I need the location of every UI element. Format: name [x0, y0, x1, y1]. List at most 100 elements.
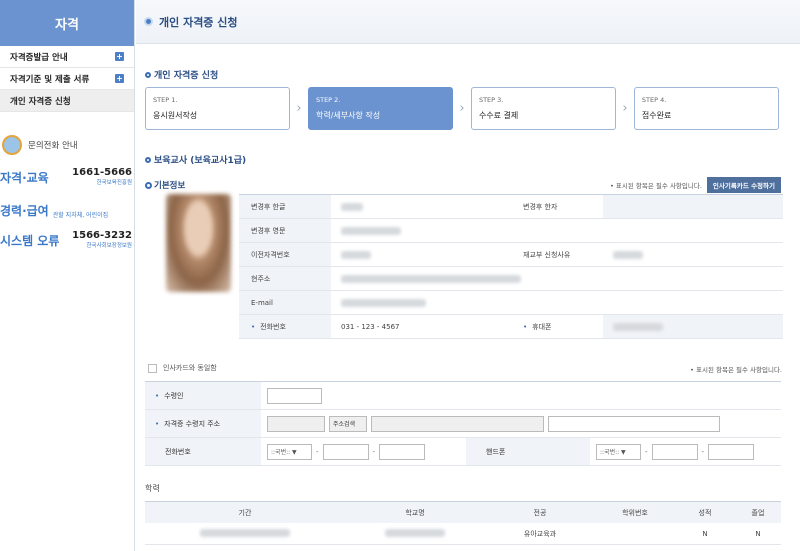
- required-note: • 표시된 항목은 필수 사항입니다.: [690, 366, 782, 374]
- form-mobile-field: ::국번:: ▼ - -: [590, 438, 755, 465]
- qualification-title-text: 보육교사 (보육교사1급): [154, 156, 247, 166]
- table-row[interactable]: 유아교육과 N N: [145, 523, 781, 545]
- grade-cell: N: [702, 529, 708, 538]
- recipient-field: [261, 382, 322, 409]
- step-number: STEP 1.: [153, 96, 178, 104]
- contact-org: 한국사회보장정보원: [86, 243, 132, 249]
- profile-photo: [166, 194, 231, 292]
- contact-org: 한국보육진흥원: [96, 180, 132, 186]
- graduated-cell: N: [755, 529, 761, 538]
- contact-name: 경력·급여: [0, 204, 49, 218]
- dash: -: [645, 447, 648, 456]
- column-major: 전공: [533, 508, 547, 517]
- mobile-last-input[interactable]: [708, 443, 755, 460]
- major-cell: 유아교육과: [523, 529, 557, 538]
- email-label: E-mail: [239, 291, 331, 314]
- period-cell: [145, 528, 345, 539]
- required-note: • 표시된 항목은 필수 사항입니다.: [610, 182, 702, 190]
- plus-icon[interactable]: +: [115, 74, 124, 83]
- step-number: STEP 4.: [641, 96, 667, 104]
- step-3: STEP 3. 수수료 결제: [470, 87, 617, 130]
- table-row: 변경후 영문: [239, 219, 783, 243]
- basic-info-table: 변경후 한글 변경후 한자 변경후 영문 이전자격번호 재교부 신청사유 현주소…: [239, 194, 783, 339]
- checkbox[interactable]: [148, 363, 157, 373]
- main-content: 개인 자격증 신청 개인 자격증 신청 STEP 1. 응시원서작성 › STE…: [136, 0, 800, 551]
- delivery-form: • 수령인 • 자격증 수령지 주소 주소검색 전화번호 ::국번:: ▼ - -: [145, 381, 781, 466]
- phone-label: • 전화번호: [239, 315, 331, 338]
- recipient-label: • 수령인: [145, 382, 261, 409]
- phone-label-text: 전화번호: [260, 322, 286, 331]
- table-row: 이전자격번호 재교부 신청사유: [239, 243, 783, 267]
- required-dot: •: [155, 419, 160, 428]
- basic-info-title: 기본정보: [145, 179, 185, 191]
- mobile-prefix-select[interactable]: ::국번:: ▼: [596, 443, 641, 460]
- column-graduated: 졸업: [751, 508, 765, 517]
- address-detail-input[interactable]: [548, 415, 720, 432]
- mobile-value: [603, 315, 783, 338]
- phone-icon: [2, 135, 22, 155]
- dash: -: [316, 447, 319, 456]
- step-name: 학력/세부사항 작성: [315, 111, 381, 120]
- chevron-right-icon: ›: [296, 101, 302, 116]
- sidebar-title: 자격: [0, 0, 134, 46]
- contact-name: 자격·교육: [0, 171, 49, 185]
- step-1: STEP 1. 응시원서작성: [145, 87, 291, 130]
- qualification-title: 보육교사 (보육교사1급): [145, 153, 246, 166]
- bullet-icon: [145, 71, 151, 78]
- address-input[interactable]: [371, 415, 544, 432]
- step-number: STEP 2.: [315, 96, 341, 104]
- column-grade: 성적: [698, 508, 712, 517]
- basic-info-title-text: 기본정보: [154, 181, 186, 191]
- address-label-text: 자격증 수령지 주소: [164, 419, 221, 428]
- step-name: 응시원서작성: [153, 111, 198, 120]
- sidebar-item-cert-issue-guide[interactable]: 자격증발급 안내 +: [0, 46, 134, 68]
- section-title: 개인 자격증 신청: [145, 68, 218, 81]
- step-name: 수수료 결제: [478, 111, 519, 120]
- step-number: STEP 3.: [478, 96, 504, 104]
- plus-icon[interactable]: +: [115, 52, 124, 61]
- contact-number: 1661-5666: [72, 167, 132, 178]
- edit-personnel-card-button[interactable]: 인사기록카드 수정하기: [706, 177, 781, 193]
- address-value: [331, 267, 783, 290]
- section-title-text: 개인 자격증 신청: [154, 71, 219, 81]
- table-row: 현주소: [239, 267, 783, 291]
- form-mobile-label: 핸드폰: [466, 438, 590, 465]
- page-title: 개인 자격증 신청: [159, 15, 238, 29]
- same-as-card-checkbox[interactable]: 인사카드와 동일함: [148, 363, 217, 373]
- column-period: 기간: [238, 508, 252, 517]
- contact-name: 시스템 오류: [0, 234, 60, 248]
- phone-middle-input[interactable]: [322, 443, 369, 460]
- required-dot: •: [523, 322, 528, 331]
- mobile-middle-input[interactable]: [651, 443, 698, 460]
- sidebar-item-personal-cert-apply[interactable]: 개인 자격증 신청: [0, 90, 134, 112]
- page-header: 개인 자격증 신청: [136, 0, 800, 44]
- prev-cert-no-label: 이전자격번호: [239, 243, 331, 266]
- english-name-value: [331, 219, 783, 242]
- sidebar-item-label: 개인 자격증 신청: [10, 96, 71, 107]
- dash: -: [701, 447, 705, 456]
- phone-last-input[interactable]: [379, 443, 426, 460]
- reissue-reason-value: [603, 243, 783, 266]
- table-row: 변경후 한글 변경후 한자: [239, 195, 783, 219]
- basic-info-actions: • 표시된 항목은 필수 사항입니다. 인사기록카드 수정하기: [610, 177, 781, 193]
- form-phone-label: 전화번호: [145, 438, 261, 465]
- zipcode-input[interactable]: [267, 415, 325, 432]
- education-table: 기간 학교명 전공 학위번호 성적 졸업 유아교육과 N N: [145, 501, 781, 545]
- sidebar-item-cert-criteria[interactable]: 자격기준 및 제출 서류 +: [0, 68, 134, 90]
- sidebar-item-label: 자격기준 및 제출 서류: [10, 74, 90, 85]
- required-dot: •: [251, 322, 256, 331]
- chevron-right-icon: ›: [622, 101, 628, 116]
- korean-name-label: 변경후 한글: [239, 195, 331, 218]
- phone-guide: 문의전화 안내: [0, 135, 135, 155]
- contact-org: 관할 지자체, 어린이집: [52, 212, 109, 219]
- address-search-button[interactable]: 주소검색: [329, 415, 367, 432]
- sidebar: 자격 자격증발급 안내 + 자격기준 및 제출 서류 + 개인 자격증 신청 문…: [0, 0, 135, 551]
- school-cell: [345, 528, 485, 539]
- same-as-card-label: 인사카드와 동일함: [163, 364, 217, 372]
- mobile-label-text: 휴대폰: [532, 322, 552, 331]
- bullet-icon: [145, 181, 152, 189]
- hanja-name-label: 변경후 한자: [511, 195, 603, 218]
- recipient-input[interactable]: [267, 387, 322, 404]
- address-label: 현주소: [239, 267, 331, 290]
- area-code-select[interactable]: ::국번:: ▼: [267, 443, 312, 460]
